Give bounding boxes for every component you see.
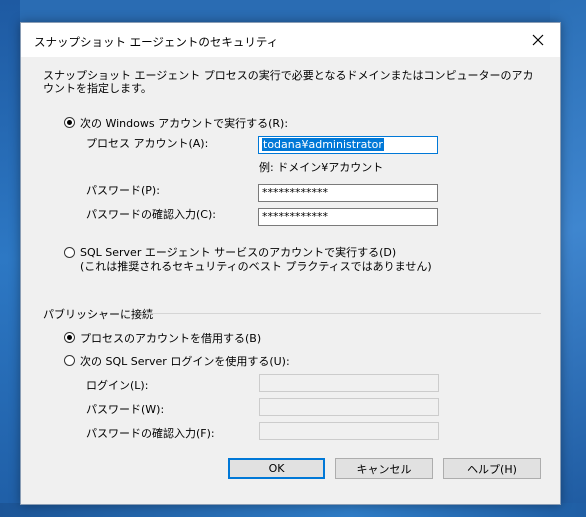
radio-agent-service-account[interactable] [64,247,75,258]
publisher-group-label: パブリッシャーに接続 [43,308,153,321]
desktop-background-left [0,0,20,517]
account-example-text: 例: ドメイン¥アカウント [259,161,384,174]
help-button[interactable]: ヘルプ(H) [443,458,541,479]
login-label: ログイン(L): [86,379,149,392]
title-bar: スナップショット エージェントのセキュリティ [21,23,560,57]
confirm-password-input[interactable]: ************ [258,208,438,226]
publisher-confirm-password-input [259,422,439,440]
radio-windows-account[interactable] [64,117,75,128]
publisher-password-label: パスワード(W): [86,403,165,416]
desktop-background-bottom [0,503,586,517]
cancel-button[interactable]: キャンセル [335,458,433,479]
publisher-password-input [259,398,439,416]
radio-sql-login-label[interactable]: 次の SQL Server ログインを使用する(U): [80,353,290,369]
process-account-input[interactable]: todana¥administrator [258,136,438,154]
close-button[interactable] [516,23,560,57]
description-text: スナップショット エージェント プロセスの実行で必要となるドメインまたはコンピュ… [43,69,534,95]
group-divider [145,313,541,314]
radio-windows-account-label[interactable]: 次の Windows アカウントで実行する(R): [80,115,288,131]
password-label: パスワード(P): [86,184,160,197]
login-input [259,374,439,392]
dialog-title: スナップショット エージェントのセキュリティ [34,35,279,49]
radio-sql-login[interactable] [64,355,75,366]
process-account-label: プロセス アカウント(A): [86,137,209,150]
confirm-password-label: パスワードの確認入力(C): [86,208,216,221]
security-dialog: スナップショット エージェントのセキュリティ スナップショット エージェント プ… [20,22,561,505]
agent-service-note: (これは推奨されるセキュリティのベスト プラクティスではありません) [80,260,432,273]
process-account-value: todana¥administrator [262,138,384,151]
close-icon [532,34,544,46]
radio-impersonate-label[interactable]: プロセスのアカウントを借用する(B) [80,330,261,346]
publisher-confirm-password-label: パスワードの確認入力(F): [86,427,215,440]
ok-button[interactable]: OK [228,458,325,479]
radio-impersonate-process[interactable] [64,332,75,343]
password-input[interactable]: ************ [258,184,438,202]
